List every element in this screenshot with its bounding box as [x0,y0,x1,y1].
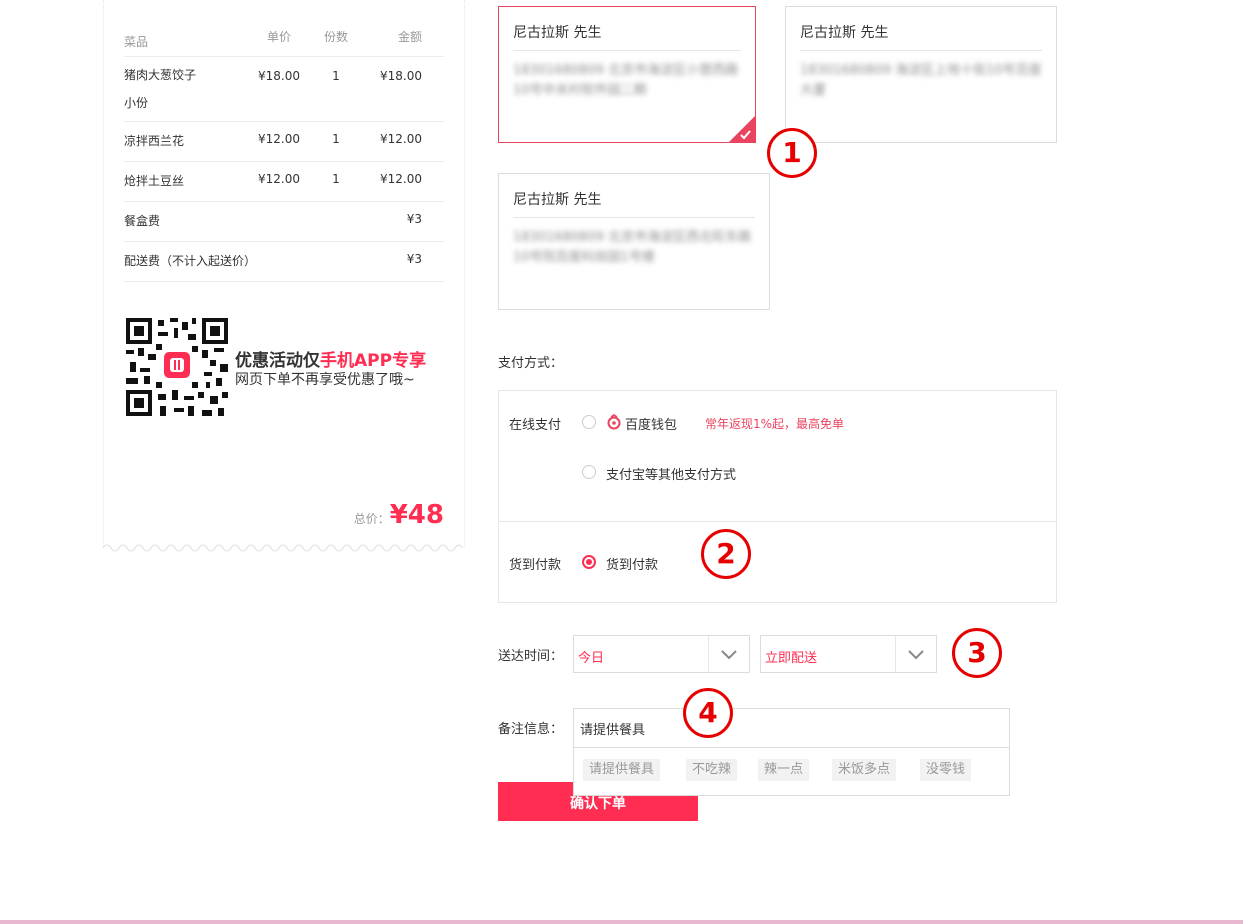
fee-amount: ¥3 [406,252,422,266]
fee-row: 配送费（不计入起送价） ¥3 [124,242,444,282]
address-detail: 18301680809 海淀区上地十街10号百度大厦 [800,63,1042,98]
item-price: ¥12.00 [258,172,300,186]
item-qty: 1 [332,172,340,186]
item-name: 猪肉大葱饺子小份 [124,68,197,110]
remarks-input[interactable] [574,709,1009,748]
divider [513,50,741,51]
header-price: 单价 [266,30,291,44]
baidu-wallet-icon [607,414,621,430]
promo-highlight: 手机APP专享 [320,351,427,371]
address-card[interactable]: 尼古拉斯 先生 18301680809 海淀区上地十街10号百度大厦 [785,6,1057,143]
item-price: ¥12.00 [258,132,300,146]
online-pay-label: 在线支付 [509,418,562,433]
divider [800,50,1042,51]
cod-label: 货到付款 [509,558,562,573]
cod-option-label[interactable]: 货到付款 [606,554,658,573]
remark-tag[interactable]: 米饭多点 [832,759,897,781]
address-card[interactable]: 尼古拉斯 先生 18301680809 北京市海淀区小营西路10号中关村软件园二… [498,6,756,143]
delivery-day-select[interactable]: 今日 [573,635,750,673]
address-card[interactable]: 尼古拉斯 先生 18301680809 北京市海淀区西北旺东路10号院百度科技园… [498,173,770,310]
fee-name: 配送费（不计入起送价） [124,254,257,268]
item-amount: ¥18.00 [380,69,422,83]
baidu-wallet-label[interactable]: 百度钱包 [625,414,677,433]
remarks-box: 请提供餐具 不吃辣 辣一点 米饭多点 没零钱 [573,708,1010,796]
annotation-marker-1: 1 [767,128,817,178]
promo-title: 优惠活动仅手机APP专享 [235,346,426,371]
payment-label: 支付方式： [498,356,564,371]
other-methods-radio[interactable] [582,465,596,479]
chevron-down-icon[interactable] [708,636,749,672]
cod-radio[interactable] [582,555,596,569]
remark-tag[interactable]: 没零钱 [920,759,972,781]
baidu-wallet-promo: 常年返现1%起，最高免单 [705,417,845,431]
order-receipt: 菜品 单价 份数 金额 猪肉大葱饺子小份 ¥18.00 1 ¥18.00 凉拌西… [103,0,465,548]
address-name: 尼古拉斯 先生 [800,25,889,41]
divider [499,521,1056,522]
header-name: 菜品 [124,35,149,49]
table-row: 炝拌土豆丝 ¥12.00 1 ¥12.00 [124,162,444,202]
delivery-time-select[interactable]: 立即配送 [760,635,937,673]
remarks-label: 备注信息： [498,722,564,737]
order-total: 总价：¥48 [354,500,444,530]
promo-subtitle: 网页下单不再享受优惠了哦~ [235,372,415,388]
item-name: 炝拌土豆丝 [124,174,185,188]
divider [513,217,755,218]
chevron-down-icon[interactable] [895,636,936,672]
item-amount: ¥12.00 [380,132,422,146]
header-amount: 金额 [397,30,422,44]
other-methods-label[interactable]: 支付宝等其他支付方式 [606,464,736,483]
address-detail: 18301680809 北京市海淀区小营西路10号中关村软件园二期 [513,63,739,98]
fee-row: 餐盒费 ¥3 [124,202,444,242]
total-value: ¥48 [389,500,444,530]
delivery-day-value: 今日 [578,651,605,666]
promo-prefix: 优惠活动仅 [235,351,320,371]
order-table-header: 菜品 单价 份数 金额 [124,16,444,57]
order-table: 菜品 单价 份数 金额 猪肉大葱饺子小份 ¥18.00 1 ¥18.00 凉拌西… [124,16,444,282]
fee-name: 餐盒费 [124,214,161,228]
item-price: ¥18.00 [258,69,300,83]
address-detail: 18301680809 北京市海淀区西北旺东路10号院百度科技园1号楼 [513,230,752,265]
header-qty: 份数 [323,30,348,44]
table-row: 猪肉大葱饺子小份 ¥18.00 1 ¥18.00 [124,57,444,122]
remark-tag[interactable]: 不吃辣 [686,759,738,781]
remark-tag[interactable]: 请提供餐具 [583,759,661,781]
payment-methods: 在线支付 百度钱包 常年返现1%起，最高免单 支付宝等其他支付方式 货到付款 货… [498,390,1057,603]
page-bottom-border [0,920,1243,924]
delivery-time-label: 送达时间： [498,649,564,664]
total-label: 总价： [353,512,390,526]
fee-amount: ¥3 [406,212,422,226]
table-row: 凉拌西兰花 ¥12.00 1 ¥12.00 [124,122,444,162]
receipt-zigzag-edge [103,544,463,552]
app-qr-code [126,318,228,416]
annotation-marker-2: 2 [701,529,751,579]
address-name: 尼古拉斯 先生 [513,192,602,208]
item-qty: 1 [332,69,340,83]
selected-check-icon [729,116,755,142]
address-name: 尼古拉斯 先生 [513,25,602,41]
annotation-marker-3: 3 [952,628,1002,678]
baidu-wallet-radio[interactable] [582,415,596,429]
remark-tag[interactable]: 辣一点 [758,759,810,781]
item-name: 凉拌西兰花 [124,134,185,148]
annotation-marker-4: 4 [683,688,733,738]
item-amount: ¥12.00 [380,172,422,186]
item-qty: 1 [332,132,340,146]
delivery-time-value: 立即配送 [765,651,818,666]
